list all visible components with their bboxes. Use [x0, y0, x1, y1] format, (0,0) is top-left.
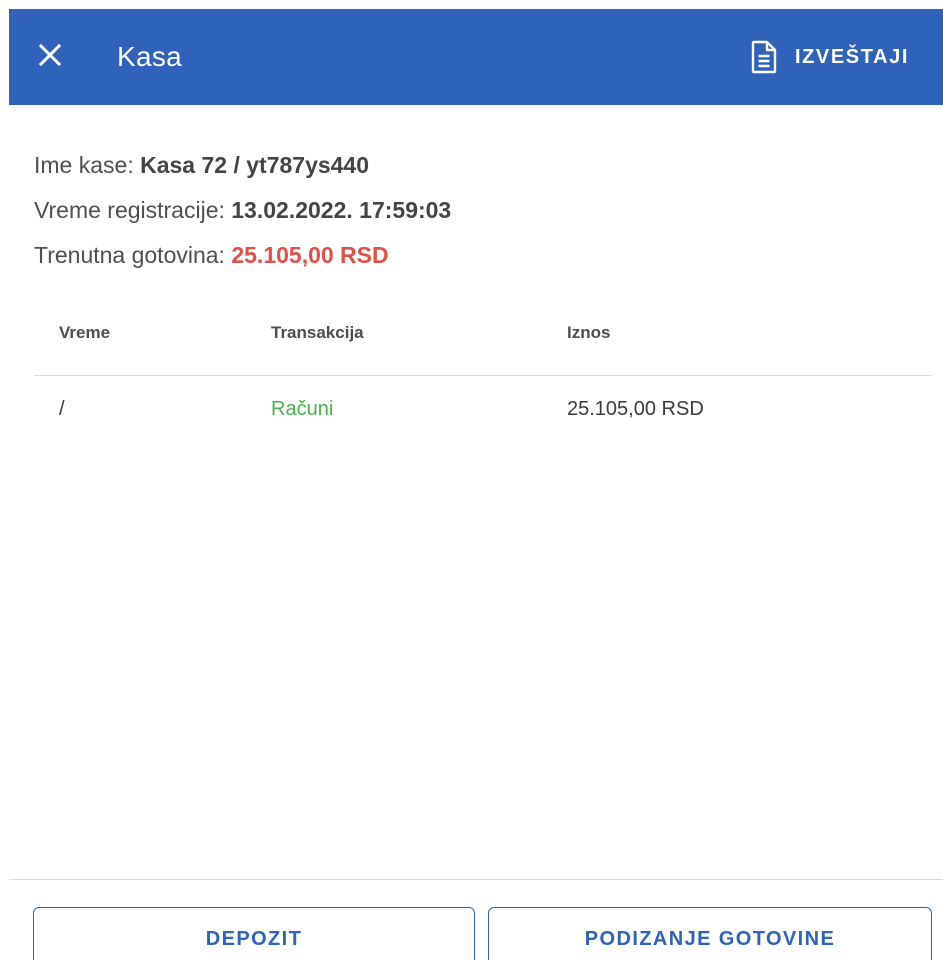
footer-divider	[9, 879, 943, 880]
current-cash-label: Trenutna gotovina:	[34, 242, 232, 268]
column-header-time: Vreme	[59, 323, 111, 342]
register-name-value: Kasa 72 / yt787ys440	[140, 152, 370, 178]
close-icon	[38, 43, 62, 72]
reports-label: IZVEŠTAJI	[794, 45, 909, 68]
registration-time-label: Vreme registracije:	[34, 197, 232, 223]
close-button[interactable]	[31, 38, 69, 76]
register-info: Ime kase: Kasa 72 / yt787ys440 Vreme reg…	[34, 143, 451, 278]
registration-time-value: 13.02.2022. 17:59:03	[231, 197, 452, 223]
page-title: Kasa	[117, 41, 183, 72]
current-cash-value: 25.105,00 RSD	[231, 242, 389, 268]
current-cash-row: Trenutna gotovina: 25.105,00 RSD	[34, 233, 451, 278]
app-bar: Kasa IZVEŠTAJI	[9, 9, 943, 105]
deposit-button[interactable]: DEPOZIT	[33, 907, 475, 960]
column-header-transaction: Transakcija	[271, 323, 364, 342]
registration-time-row: Vreme registracije: 13.02.2022. 17:59:03	[34, 188, 451, 233]
cell-amount: 25.105,00 RSD	[567, 398, 704, 420]
cash-withdrawal-button[interactable]: PODIZANJE GOTOVINE	[488, 907, 932, 960]
register-name-label: Ime kase:	[34, 152, 141, 178]
cell-transaction-link[interactable]: Računi	[271, 398, 333, 421]
cash-register-page: Kasa IZVEŠTAJI Ime kase: Kasa 72 / yt787…	[0, 0, 943, 960]
reports-button[interactable]: IZVEŠTAJI	[751, 35, 909, 79]
table-header: Vreme Transakcija Iznos	[34, 305, 932, 376]
cell-time: /	[59, 398, 65, 420]
table-row[interactable]: / Računi 25.105,00 RSD	[34, 376, 932, 448]
column-header-amount: Iznos	[567, 323, 611, 342]
transactions-table: Vreme Transakcija Iznos / Računi 25.105,…	[34, 305, 932, 448]
register-name-row: Ime kase: Kasa 72 / yt787ys440	[34, 143, 451, 188]
document-icon	[751, 40, 777, 74]
